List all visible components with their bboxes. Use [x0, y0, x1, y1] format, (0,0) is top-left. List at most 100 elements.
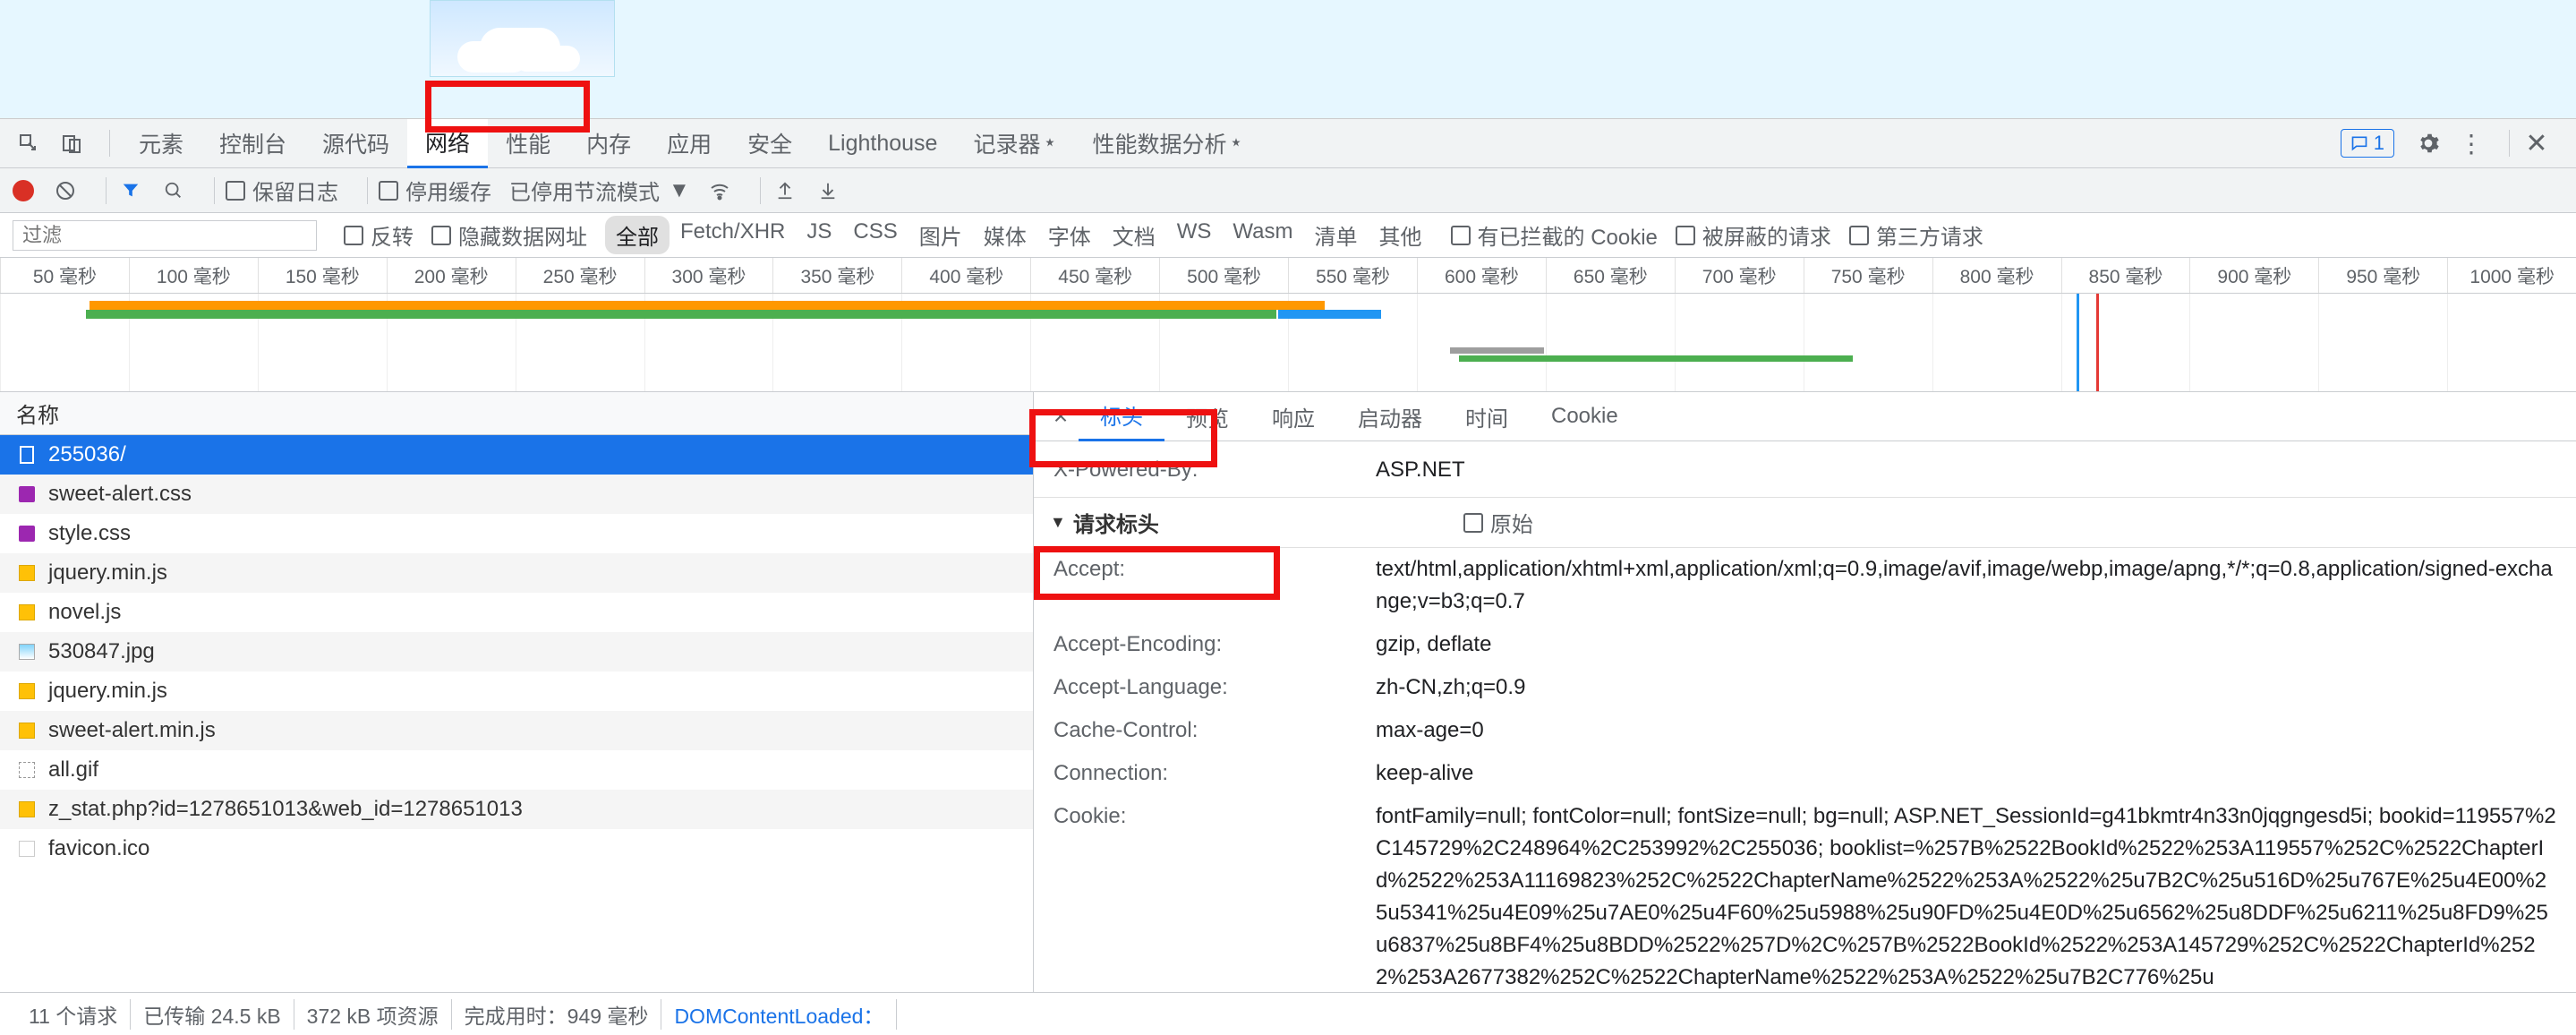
header-value: fontFamily=null; fontColor=null; fontSiz…: [1376, 800, 2556, 992]
file-type-icon: [16, 641, 38, 663]
filter-type-CSS[interactable]: CSS: [842, 216, 908, 254]
status-request-count: 11 个请求: [16, 999, 131, 1030]
header-key: Connection:: [1053, 757, 1376, 790]
download-icon[interactable]: [815, 177, 841, 204]
header-value: ASP.NET: [1376, 454, 2556, 486]
request-row[interactable]: sweet-alert.min.js: [0, 711, 1033, 750]
request-row[interactable]: novel.js: [0, 593, 1033, 632]
request-list: 名称 255036/sweet-alert.cssstyle.cssjquery…: [0, 392, 1034, 992]
timeline-ruler[interactable]: 50 毫秒100 毫秒150 毫秒200 毫秒250 毫秒300 毫秒350 毫…: [0, 258, 2576, 294]
file-type-icon: [16, 720, 38, 741]
highlight-network-tab: [425, 81, 590, 133]
messages-badge[interactable]: 1: [2341, 129, 2394, 158]
request-row[interactable]: 255036/: [0, 435, 1033, 475]
filter-type-清单[interactable]: 清单: [1304, 216, 1369, 254]
file-type-icon: [16, 799, 38, 820]
filter-type-其他[interactable]: 其他: [1369, 216, 1433, 254]
detail-tab-启动器[interactable]: 启动器: [1336, 392, 1444, 441]
throttling-label[interactable]: 已停用节流模式: [509, 175, 660, 206]
invert-checkbox[interactable]: 反转: [344, 219, 414, 251]
header-key: Accept-Encoding:: [1053, 629, 1376, 661]
tab-源代码[interactable]: 源代码: [304, 119, 407, 168]
page-content-area: [0, 0, 2576, 119]
file-type-icon: [16, 838, 38, 860]
preserve-log-checkbox[interactable]: 保留日志: [226, 175, 338, 206]
filter-type-全部[interactable]: 全部: [605, 216, 670, 254]
request-row[interactable]: 530847.jpg: [0, 632, 1033, 671]
filter-type-图片[interactable]: 图片: [908, 216, 973, 254]
messages-count: 1: [2374, 132, 2384, 155]
request-row[interactable]: style.css: [0, 514, 1033, 553]
wifi-icon[interactable]: [706, 177, 733, 204]
request-row[interactable]: favicon.ico: [0, 829, 1033, 868]
file-type-icon: [16, 562, 38, 584]
raw-checkbox[interactable]: 原始: [1463, 507, 1533, 538]
dropdown-icon[interactable]: ▼: [669, 178, 690, 203]
request-list-header[interactable]: 名称: [0, 392, 1033, 435]
filter-type-字体[interactable]: 字体: [1037, 216, 1102, 254]
filter-bar: 反转 隐藏数据网址 全部Fetch/XHRJSCSS图片媒体字体文档WSWasm…: [0, 213, 2576, 258]
tab-安全[interactable]: 安全: [729, 119, 810, 168]
page-image-thumbnail: [430, 0, 615, 77]
tab-Lighthouse[interactable]: Lighthouse: [810, 119, 955, 168]
tab-元素[interactable]: 元素: [121, 119, 201, 168]
disclosure-triangle-icon: ▼: [1050, 513, 1066, 532]
settings-icon[interactable]: [2412, 127, 2444, 159]
request-row[interactable]: sweet-alert.css: [0, 475, 1033, 514]
header-value: gzip, deflate: [1376, 629, 2556, 661]
header-key: Cookie:: [1053, 800, 1376, 992]
disable-cache-label: 停用缓存: [405, 175, 491, 206]
devtools-toolbar: 元素控制台源代码网络性能内存应用安全Lighthouse记录器 性能数据分析 1…: [0, 119, 2576, 168]
tab-应用[interactable]: 应用: [649, 119, 729, 168]
inspect-icon[interactable]: [13, 127, 45, 159]
more-icon[interactable]: ⋮: [2455, 127, 2487, 159]
filter-type-媒体[interactable]: 媒体: [973, 216, 1037, 254]
status-bar: 11 个请求 已传输 24.5 kB 372 kB 项资源 完成用时：949 毫…: [0, 992, 2576, 1035]
search-icon[interactable]: [160, 177, 187, 204]
filter-type-WS[interactable]: WS: [1166, 216, 1223, 254]
header-value: zh-CN,zh;q=0.9: [1376, 671, 2556, 704]
filter-type-Wasm[interactable]: Wasm: [1222, 216, 1303, 254]
request-row[interactable]: all.gif: [0, 750, 1033, 790]
header-key: Cache-Control:: [1053, 714, 1376, 747]
detail-tab-响应[interactable]: 响应: [1250, 392, 1336, 441]
highlight-headers-tab: [1029, 409, 1217, 467]
header-value: keep-alive: [1376, 757, 2556, 790]
waterfall-overview[interactable]: [0, 294, 2576, 392]
detail-tabs: × 标头预览响应启动器时间Cookie: [1034, 392, 2576, 441]
file-type-icon: [16, 759, 38, 781]
hide-data-urls-checkbox[interactable]: 隐藏数据网址: [431, 219, 587, 251]
clear-icon[interactable]: [52, 177, 79, 204]
tab-记录器[interactable]: 记录器: [955, 119, 1074, 168]
request-row[interactable]: jquery.min.js: [0, 671, 1033, 711]
request-headers-section[interactable]: ▼ 请求标头 原始: [1034, 497, 2576, 548]
third-party-checkbox[interactable]: 第三方请求: [1849, 219, 1983, 251]
status-finish: 完成用时：949 毫秒: [452, 999, 662, 1030]
disable-cache-checkbox[interactable]: 停用缓存: [379, 175, 491, 206]
record-icon[interactable]: [13, 180, 34, 201]
detail-tab-Cookie[interactable]: Cookie: [1530, 392, 1640, 441]
tab-性能数据分析[interactable]: 性能数据分析: [1074, 119, 1260, 168]
tab-控制台[interactable]: 控制台: [201, 119, 304, 168]
request-row[interactable]: z_stat.php?id=1278651013&web_id=12786510…: [0, 790, 1033, 829]
preserve-log-label: 保留日志: [252, 175, 338, 206]
file-type-icon: [16, 444, 38, 466]
filter-type-JS[interactable]: JS: [796, 216, 842, 254]
file-type-icon: [16, 680, 38, 702]
filter-type-文档[interactable]: 文档: [1102, 216, 1166, 254]
filter-icon[interactable]: [117, 177, 144, 204]
request-row[interactable]: jquery.min.js: [0, 553, 1033, 593]
file-type-icon: [16, 483, 38, 505]
close-devtools-icon[interactable]: ✕: [2521, 127, 2553, 159]
detail-tab-时间[interactable]: 时间: [1444, 392, 1530, 441]
blocked-requests-checkbox[interactable]: 被屏蔽的请求: [1676, 219, 1831, 251]
device-toggle-icon[interactable]: [55, 127, 88, 159]
filter-input[interactable]: [13, 220, 317, 251]
status-dcl: DOMContentLoaded：: [661, 999, 897, 1030]
upload-icon[interactable]: [772, 177, 798, 204]
filter-type-Fetch/XHR[interactable]: Fetch/XHR: [670, 216, 796, 254]
status-resources: 372 kB 项资源: [294, 999, 452, 1030]
header-key: Accept-Language:: [1053, 671, 1376, 704]
blocked-cookies-checkbox[interactable]: 有已拦截的 Cookie: [1451, 219, 1658, 251]
highlight-request-headers-section: [1034, 546, 1280, 600]
